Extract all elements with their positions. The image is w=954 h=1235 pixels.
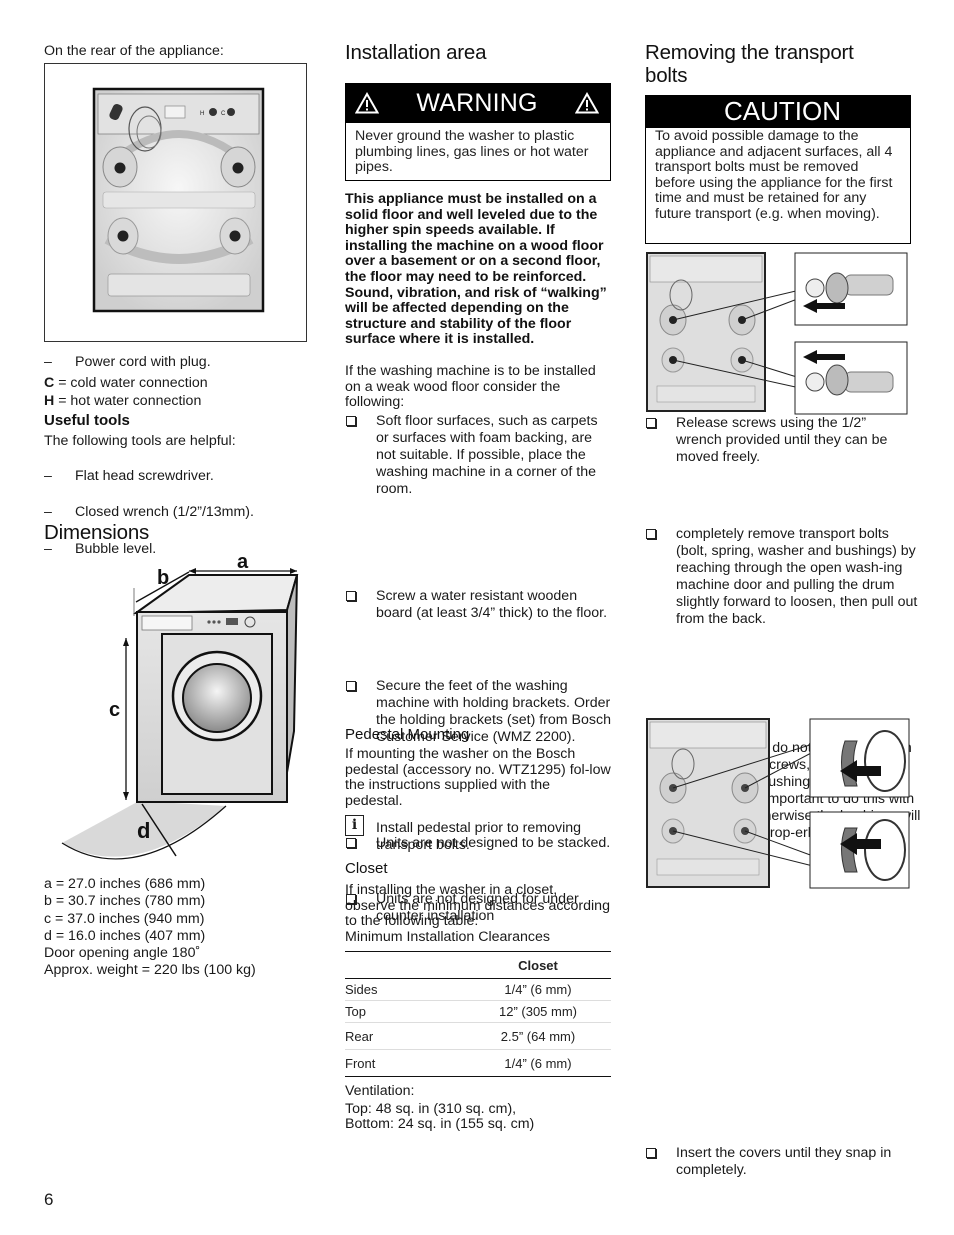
dim-b-label: b xyxy=(157,567,169,589)
info-icon: i xyxy=(345,815,364,836)
bolt-removal-illustration xyxy=(646,252,908,415)
clearances-caption: Minimum Installation Clearances xyxy=(345,929,551,945)
cold-connection-legend: C = cold water connection xyxy=(44,375,208,391)
warning-box: WARNING Never ground the washer to plast… xyxy=(345,83,611,181)
table-cell-clearance: 1/4” (6 mm) xyxy=(504,1055,572,1071)
rear-item: – Power cord with plug. xyxy=(44,354,211,370)
rear-caption: On the rear of the appliance: xyxy=(44,43,224,59)
checkbox-bullet-icon xyxy=(346,681,356,691)
table-header-closet: Closet xyxy=(518,957,558,973)
transport-bolts-heading-line2: bolts xyxy=(645,64,688,87)
table-cell-location: Sides xyxy=(345,982,378,997)
table-row: Top 12” (305 mm) xyxy=(345,1001,611,1023)
caution-text: To avoid possible damage to the applianc… xyxy=(645,128,911,244)
warning-triangle-icon xyxy=(575,92,599,114)
installation-area-heading: Installation area xyxy=(345,41,487,64)
table-cell-location: Top xyxy=(345,1004,366,1019)
dimension-c: c = 37.0 inches (940 mm) xyxy=(44,910,205,927)
table-row: Sides 1/4” (6 mm) xyxy=(345,979,611,1001)
table-row: Rear 2.5” (64 mm) xyxy=(345,1023,611,1050)
warning-text: Never ground the washer to plastic plumb… xyxy=(345,123,611,181)
page-number: 6 xyxy=(44,1190,54,1209)
warning-header: WARNING xyxy=(345,83,611,123)
washer-rear-illustration: H C xyxy=(92,87,265,313)
table-header-blank xyxy=(345,952,465,979)
pedestal-info-note: i Install pedestal prior to removing tra… xyxy=(345,815,611,854)
rear-appliance-figure: H C xyxy=(44,63,307,342)
cold-water-connection xyxy=(227,108,235,116)
caution-box: CAUTION To avoid possible damage to the … xyxy=(645,95,911,244)
table-row: Front 1/4” (6 mm) xyxy=(345,1050,611,1077)
table-cell-clearance: 12” (305 mm) xyxy=(498,1004,578,1019)
dimension-b: b = 30.7 inches (780 mm) xyxy=(44,893,206,910)
weak-floor-intro: If the washing machine is to be installe… xyxy=(345,363,596,411)
closet-text: If installing the washer in a closet, ob… xyxy=(345,882,610,930)
column-installation-area: Installation area WARNING Never ground t… xyxy=(345,0,611,1132)
ventilation-bottom: Bottom: 24 sq. in (155 sq. cm) xyxy=(345,1116,535,1132)
dimension-a: a = 27.0 inches (686 mm) xyxy=(44,876,206,892)
warning-triangle-icon xyxy=(355,92,379,114)
cold-label: C xyxy=(221,111,226,117)
dim-c-label: c xyxy=(109,699,120,721)
ventilation-label: Ventilation: xyxy=(345,1083,415,1099)
useful-tools-heading: Useful tools xyxy=(44,412,130,429)
checkbox-bullet-icon xyxy=(346,416,356,426)
washer-dimensions-illustration: a b c d xyxy=(61,551,299,860)
checkbox-bullet-icon xyxy=(646,529,656,539)
hot-connection-legend: H = hot water connection xyxy=(44,393,202,409)
dimension-d: d = 16.0 inches (407 mm) xyxy=(44,927,206,944)
hot-water-connection xyxy=(209,108,217,116)
checkbox-bullet-icon xyxy=(346,591,356,601)
caution-header: CAUTION xyxy=(645,95,911,128)
closet-heading: Closet xyxy=(345,860,388,877)
column-rear-and-dimensions: On the rear of the appliance: H C – Powe… xyxy=(44,0,307,978)
dim-d-label: d xyxy=(137,818,150,843)
table-cell-clearance: 2.5” (64 mm) xyxy=(500,1028,576,1044)
checklist-item: Screw a water resistant wooden board (at… xyxy=(345,588,611,622)
clearances-table: Closet Sides 1/4” (6 mm) Top 12” (305 mm… xyxy=(345,951,611,1077)
step-item: Release screws using the 1/2” wrench pro… xyxy=(645,415,911,466)
pedestal-text: If mounting the washer on the Bosch pede… xyxy=(345,746,611,809)
pedestal-info-text: Install pedestal prior to removing trans… xyxy=(376,820,582,853)
cover-detail-bottom xyxy=(840,819,906,881)
hot-label: H xyxy=(200,111,204,117)
checkbox-bullet-icon xyxy=(646,1148,656,1158)
transport-bolt-icon xyxy=(117,230,129,242)
transport-bolts-heading-line1: Removing the transport xyxy=(645,41,854,64)
dimensions-heading: Dimensions xyxy=(44,521,150,544)
checkbox-bullet-icon xyxy=(646,418,656,428)
step-item: completely remove transport bolts (bolt,… xyxy=(645,526,921,628)
transport-bolt-icon xyxy=(114,162,126,174)
door-opening-angle: Door opening angle 180˚ xyxy=(44,945,201,962)
dimensions-figure: a b c d xyxy=(54,548,314,868)
table-cell-clearance: 1/4” (6 mm) xyxy=(504,982,572,997)
warning-title: WARNING xyxy=(416,88,538,117)
table-cell-location: Front xyxy=(345,1055,376,1071)
transport-bolt-icon xyxy=(229,230,241,242)
step-item: Insert the covers until they snap in com… xyxy=(645,1145,921,1179)
door-glass xyxy=(182,663,252,733)
table-cell-location: Rear xyxy=(345,1028,374,1044)
dim-a-label: a xyxy=(237,551,249,573)
column-transport-bolts: Removing the transport bolts CAUTION To … xyxy=(645,0,920,1178)
useful-tools-intro: The following tools are helpful: xyxy=(44,433,236,449)
tool-item: – Flat head screwdriver. xyxy=(44,468,214,484)
table-header-row: Closet xyxy=(345,951,611,979)
cover-insertion-illustration xyxy=(646,718,910,889)
pedestal-heading: Pedestal Mounting xyxy=(345,726,470,743)
dimensions-values: a = 27.0 inches (686 mm) b = 30.7 inches… xyxy=(44,876,306,980)
tool-item: – Closed wrench (1/2”/13mm). xyxy=(44,504,254,520)
ventilation-top: Top: 48 sq. in (310 sq. cm), xyxy=(345,1101,517,1117)
transport-bolt-removal-figure xyxy=(645,250,911,415)
floor-requirements-paragraph: This appliance must be installed on a so… xyxy=(345,191,607,348)
checklist-item: Soft floor surfaces, such as carpets or … xyxy=(345,413,611,498)
cover-insertion-figure xyxy=(645,716,911,890)
transport-bolt-icon xyxy=(232,162,244,174)
caution-title: CAUTION xyxy=(724,96,841,126)
approx-weight: Approx. weight = 220 lbs (100 kg) xyxy=(44,962,256,979)
